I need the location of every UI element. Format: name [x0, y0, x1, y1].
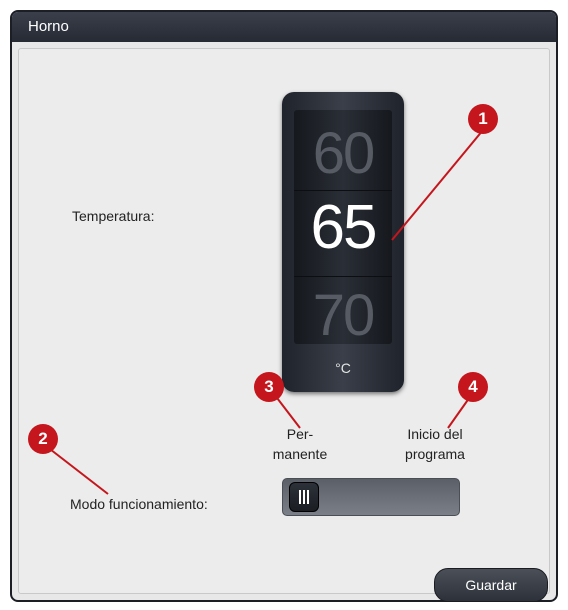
- callout-1-line: [391, 123, 489, 241]
- callout-marker-4: 4: [458, 372, 488, 402]
- callout-3-line: [273, 393, 301, 429]
- callout-marker-1: 1: [468, 104, 498, 134]
- callout-leaders: [45, 123, 489, 495]
- callout-2-line: [45, 445, 109, 495]
- callout-marker-3: 3: [254, 372, 284, 402]
- callout-marker-2: 2: [28, 424, 58, 454]
